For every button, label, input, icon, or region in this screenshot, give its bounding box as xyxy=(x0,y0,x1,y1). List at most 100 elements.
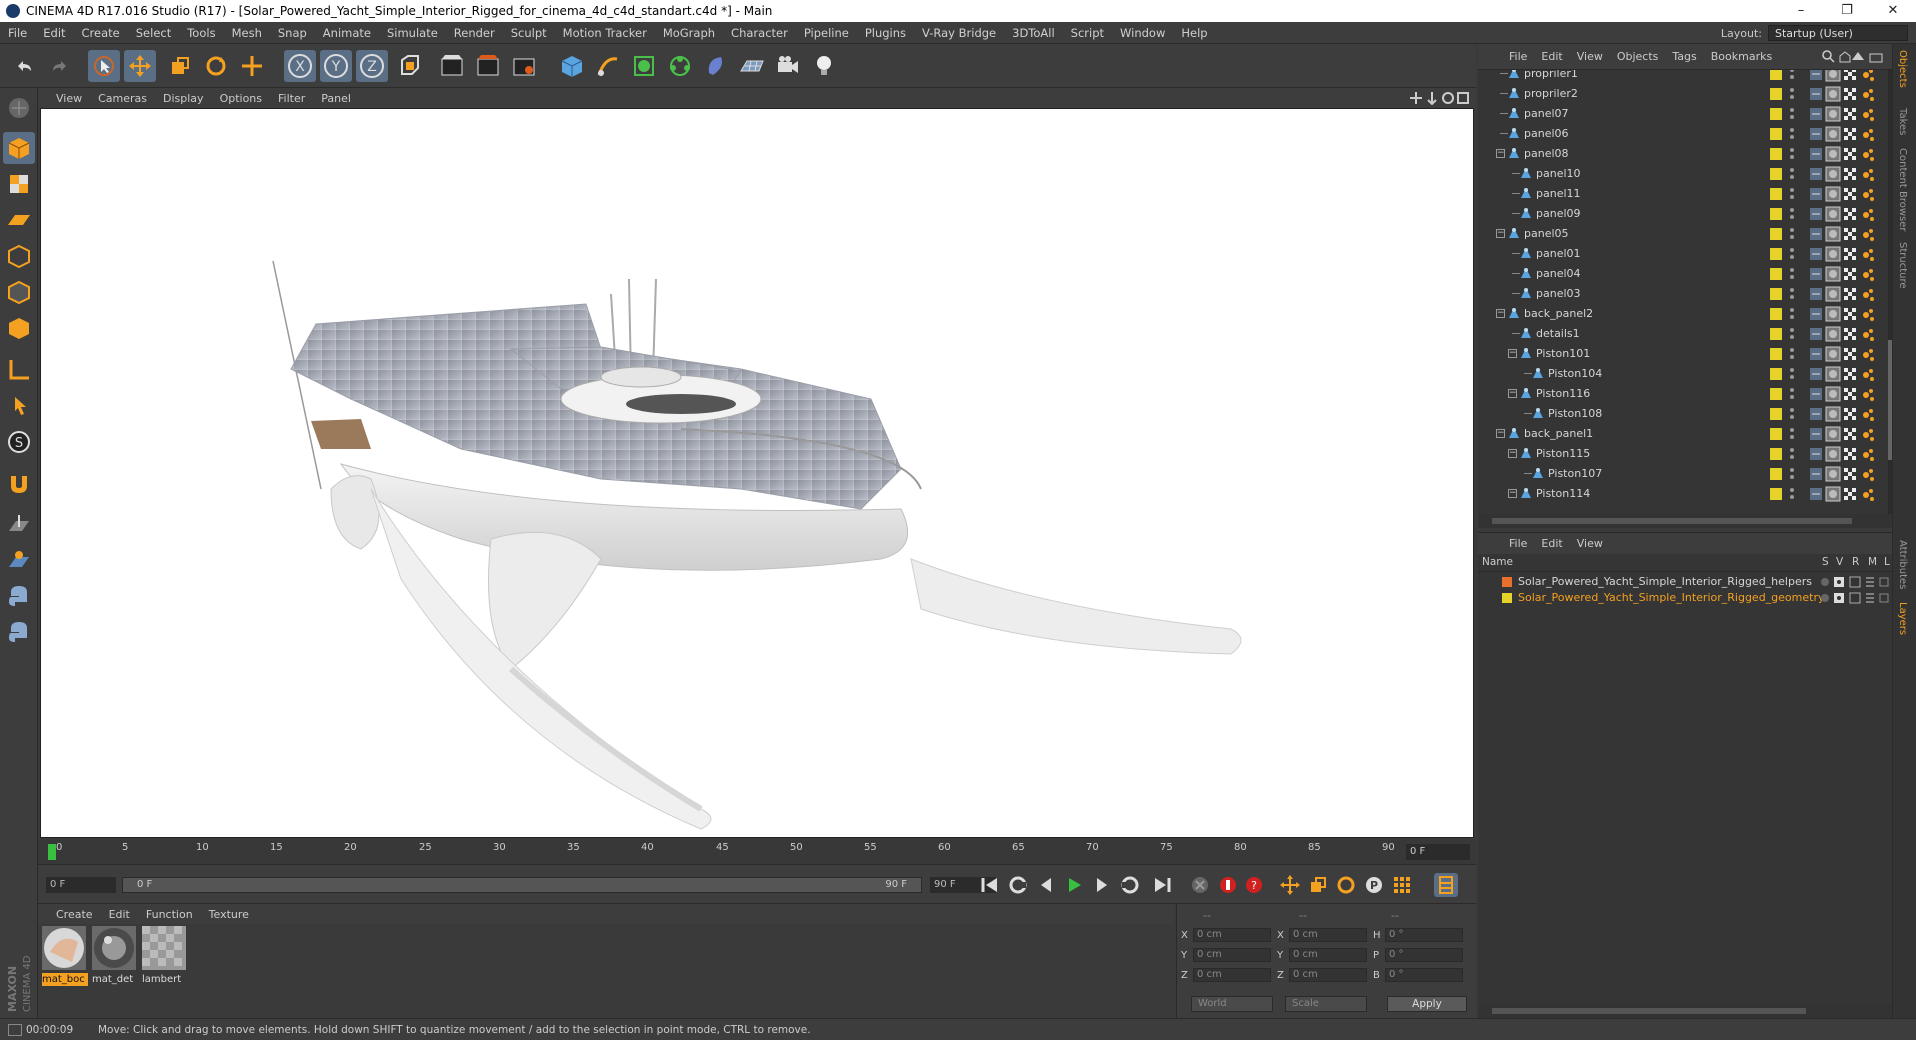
key-pla-icon[interactable] xyxy=(1390,873,1414,897)
menu-3dtoall[interactable]: 3DToAll xyxy=(1004,26,1063,40)
viewport-menu-display[interactable]: Display xyxy=(155,92,212,105)
layer-color-tag[interactable] xyxy=(1770,468,1782,480)
fold-toggle-icon[interactable]: − xyxy=(1508,449,1517,458)
object-tags-icons[interactable] xyxy=(1808,266,1884,282)
layer-color-tag[interactable] xyxy=(1770,288,1782,300)
side-tab-takes[interactable]: Takes xyxy=(1897,108,1908,135)
visibility-dots-icon[interactable] xyxy=(1788,206,1796,222)
layer-horizontal-scrollbar[interactable] xyxy=(1478,1004,1892,1018)
object-row[interactable]: panel11 xyxy=(1478,184,1892,204)
layer-color-tag[interactable] xyxy=(1770,448,1782,460)
move-tool-icon[interactable] xyxy=(124,50,156,82)
layer-toggle-icons[interactable] xyxy=(1820,576,1890,588)
python-script-icon[interactable] xyxy=(3,580,35,612)
layer-color-tag[interactable] xyxy=(1770,408,1782,420)
fold-toggle-icon[interactable]: − xyxy=(1508,489,1517,498)
coordinate-mode-select[interactable]: World xyxy=(1191,996,1273,1012)
side-tab-layers[interactable]: Layers xyxy=(1897,602,1908,635)
render-view-icon[interactable] xyxy=(436,50,468,82)
menu-help[interactable]: Help xyxy=(1173,26,1215,40)
3d-viewport[interactable] xyxy=(40,108,1474,838)
object-row[interactable]: panel10 xyxy=(1478,164,1892,184)
object-menu-objects[interactable]: Objects xyxy=(1610,50,1666,63)
object-row[interactable]: Piston104 xyxy=(1478,364,1892,384)
material-item[interactable]: lambert xyxy=(142,926,188,985)
layer-row[interactable]: Solar_Powered_Yacht_Simple_Interior_Rigg… xyxy=(1478,574,1892,590)
model-mode-icon[interactable] xyxy=(3,132,35,164)
layer-color-tag[interactable] xyxy=(1770,388,1782,400)
rotation-h-field[interactable]: 0 ° xyxy=(1385,928,1463,942)
layer-color-tag[interactable] xyxy=(1770,128,1782,140)
go-to-end-icon[interactable] xyxy=(1150,873,1174,897)
start-frame-field[interactable]: 0 F xyxy=(46,877,116,893)
pen-spline-icon[interactable] xyxy=(592,50,624,82)
object-tree-horizontal-scrollbar[interactable] xyxy=(1478,514,1892,528)
undo-icon[interactable] xyxy=(8,50,40,82)
object-manager-tool-icons[interactable] xyxy=(1822,50,1886,64)
size-z-field[interactable]: 0 cm xyxy=(1289,968,1367,982)
menu-script[interactable]: Script xyxy=(1063,26,1112,40)
visibility-dots-icon[interactable] xyxy=(1788,326,1796,342)
floor-object-icon[interactable] xyxy=(736,50,768,82)
viewport-menu-filter[interactable]: Filter xyxy=(270,92,313,105)
next-key-icon[interactable] xyxy=(1118,873,1142,897)
layer-color-tag[interactable] xyxy=(1770,228,1782,240)
minimize-button[interactable]: – xyxy=(1778,0,1824,22)
visibility-dots-icon[interactable] xyxy=(1788,186,1796,202)
fold-toggle-icon[interactable]: − xyxy=(1496,229,1505,238)
object-row[interactable]: panel06 xyxy=(1478,124,1892,144)
fold-toggle-icon[interactable]: − xyxy=(1508,349,1517,358)
visibility-dots-icon[interactable] xyxy=(1788,306,1796,322)
menu-select[interactable]: Select xyxy=(128,26,179,40)
previous-frame-icon[interactable] xyxy=(1034,873,1058,897)
menu-tools[interactable]: Tools xyxy=(179,26,223,40)
scale-tool-icon[interactable] xyxy=(164,50,196,82)
object-row[interactable]: panel04 xyxy=(1478,264,1892,284)
menu-mograph[interactable]: MoGraph xyxy=(655,26,723,40)
restore-button[interactable]: ❐ xyxy=(1824,0,1870,22)
points-mode-icon[interactable] xyxy=(3,240,35,272)
layer-menu-edit[interactable]: Edit xyxy=(1534,537,1569,550)
record-keys-icon[interactable] xyxy=(1188,873,1212,897)
menu-plugins[interactable]: Plugins xyxy=(857,26,914,40)
layer-color-tag[interactable] xyxy=(1770,188,1782,200)
object-row[interactable]: propriler2 xyxy=(1478,84,1892,104)
light-icon[interactable] xyxy=(808,50,840,82)
object-tags-icons[interactable] xyxy=(1808,166,1884,182)
tweak-mode-icon[interactable] xyxy=(3,390,35,422)
object-menu-view[interactable]: View xyxy=(1570,50,1610,63)
material-menu-texture[interactable]: Texture xyxy=(201,908,257,921)
object-tags-icons[interactable] xyxy=(1808,70,1884,82)
key-scale-icon[interactable] xyxy=(1306,873,1330,897)
material-menu-function[interactable]: Function xyxy=(138,908,201,921)
material-menu-create[interactable]: Create xyxy=(48,908,101,921)
position-x-field[interactable]: 0 cm xyxy=(1193,928,1271,942)
menu-vray-bridge[interactable]: V-Ray Bridge xyxy=(914,26,1004,40)
object-tags-icons[interactable] xyxy=(1808,146,1884,162)
object-tags-icons[interactable] xyxy=(1808,466,1884,482)
transform-tool-icon[interactable] xyxy=(236,50,268,82)
layer-color-tag[interactable] xyxy=(1770,70,1782,80)
polygons-mode-icon[interactable] xyxy=(3,312,35,344)
object-menu-tags[interactable]: Tags xyxy=(1665,50,1703,63)
keyframe-selection-icon[interactable]: ? xyxy=(1242,873,1266,897)
fold-toggle-icon[interactable]: − xyxy=(1496,429,1505,438)
menu-render[interactable]: Render xyxy=(446,26,503,40)
cube-object-icon[interactable] xyxy=(556,50,588,82)
live-selection-icon[interactable] xyxy=(88,50,120,82)
rotation-b-field[interactable]: 0 ° xyxy=(1385,968,1463,982)
visibility-dots-icon[interactable] xyxy=(1788,446,1796,462)
menu-pipeline[interactable]: Pipeline xyxy=(796,26,857,40)
key-parameter-icon[interactable]: P xyxy=(1362,873,1386,897)
menu-file[interactable]: File xyxy=(0,26,35,40)
layer-color-tag[interactable] xyxy=(1770,428,1782,440)
object-row[interactable]: − panel08 xyxy=(1478,144,1892,164)
object-row[interactable]: − Piston115 xyxy=(1478,444,1892,464)
object-row[interactable]: details1 xyxy=(1478,324,1892,344)
key-position-icon[interactable] xyxy=(1278,873,1302,897)
visibility-dots-icon[interactable] xyxy=(1788,286,1796,302)
object-row[interactable]: − panel05 xyxy=(1478,224,1892,244)
object-row[interactable]: panel03 xyxy=(1478,284,1892,304)
layer-menu-view[interactable]: View xyxy=(1570,537,1610,550)
deformer-icon[interactable] xyxy=(700,50,732,82)
